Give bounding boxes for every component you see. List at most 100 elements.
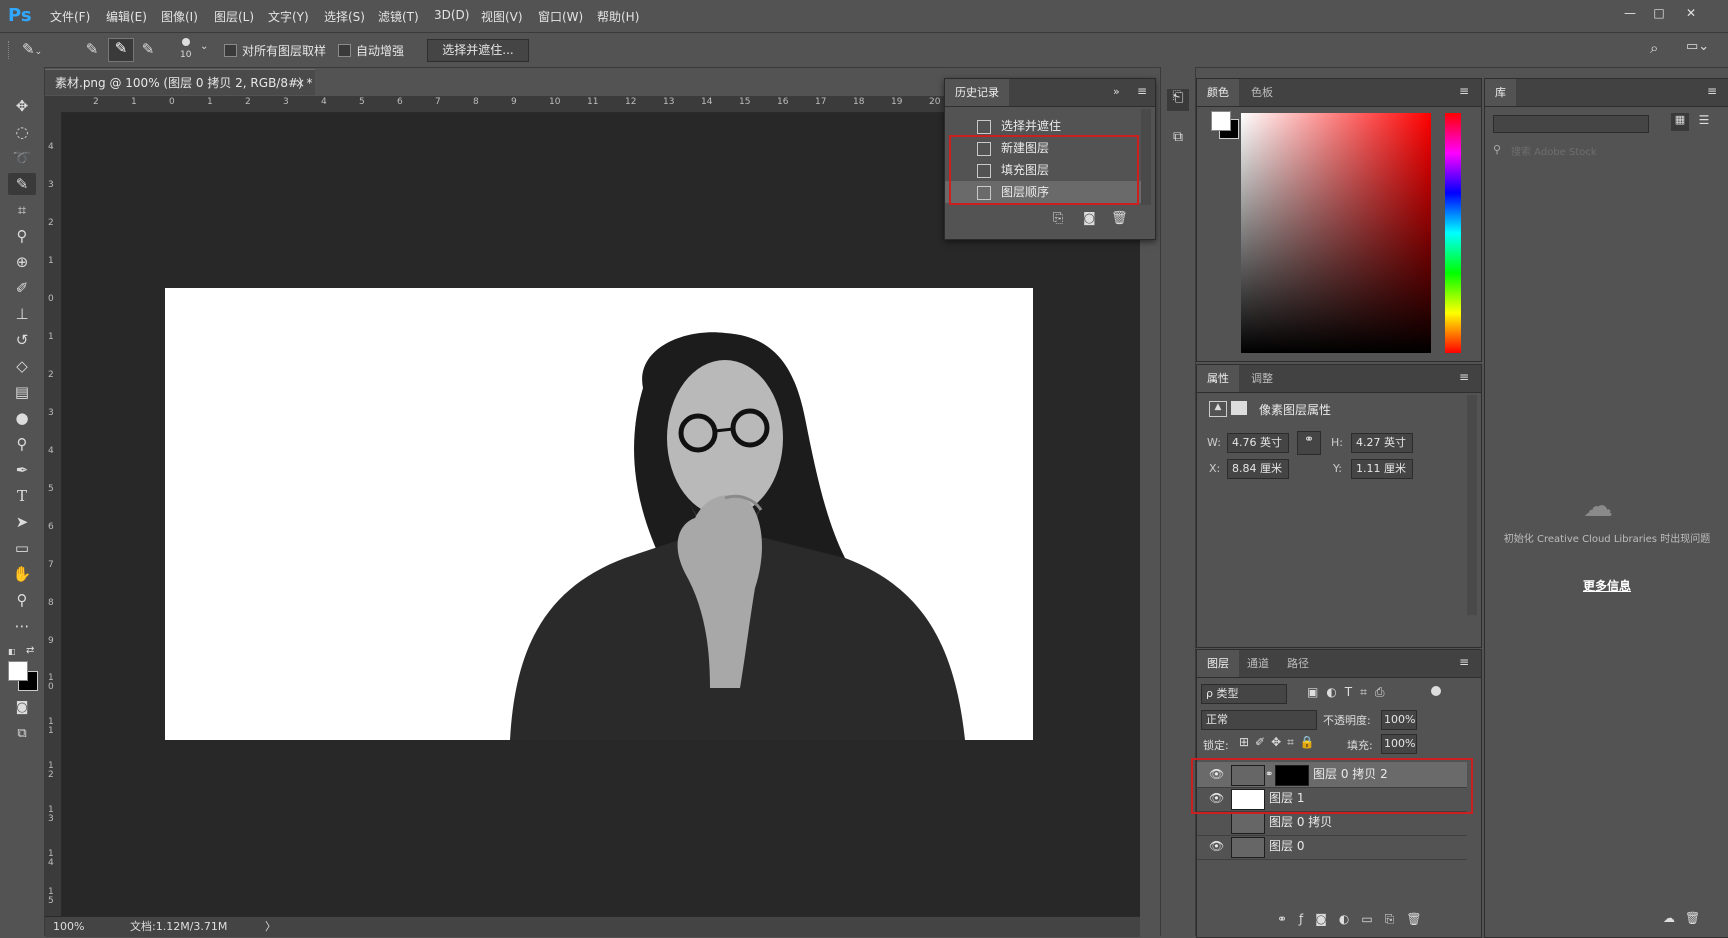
tab-swatches[interactable]: 色板 bbox=[1241, 79, 1283, 106]
blur-tool-icon[interactable]: ● bbox=[8, 407, 36, 429]
document-canvas[interactable] bbox=[165, 288, 1033, 740]
marquee-tool-icon[interactable]: ◌ bbox=[8, 121, 36, 143]
gradient-tool-icon[interactable]: ▤ bbox=[8, 381, 36, 403]
library-dropdown[interactable] bbox=[1493, 115, 1649, 133]
workspace-switcher-icon[interactable]: ▭⌄ bbox=[1686, 39, 1718, 59]
zoom-tool-icon[interactable]: ⚲ bbox=[8, 589, 36, 611]
link-icon[interactable]: ⚭ bbox=[1297, 431, 1321, 455]
auto-enhance-checkbox[interactable] bbox=[338, 44, 351, 57]
history-scrollbar[interactable] bbox=[1141, 109, 1151, 205]
layer-filter-dropdown[interactable]: ρ 类型 bbox=[1201, 684, 1287, 704]
height-field[interactable]: 4.27 英寸 bbox=[1351, 433, 1413, 453]
subtract-selection-brush-icon[interactable]: ✎ bbox=[136, 40, 160, 60]
type-tool-icon[interactable]: T bbox=[8, 485, 36, 507]
x-field[interactable]: 8.84 厘米 bbox=[1227, 459, 1289, 479]
tab-properties[interactable]: 属性 bbox=[1197, 365, 1239, 392]
tab-adjustments[interactable]: 调整 bbox=[1241, 365, 1283, 392]
pen-tool-icon[interactable]: ✒ bbox=[8, 459, 36, 481]
history-brush-tool-icon[interactable]: ↺ bbox=[8, 329, 36, 351]
close-window-button[interactable]: ✕ bbox=[1678, 3, 1704, 23]
hand-tool-icon[interactable]: ✋ bbox=[8, 563, 36, 585]
document-tab[interactable]: 素材.png @ 100% (图层 0 拷贝 2, RGB/8#) * × bbox=[45, 69, 315, 95]
hue-slider[interactable] bbox=[1445, 113, 1461, 353]
color-picker-field[interactable] bbox=[1241, 113, 1431, 353]
menu-3d[interactable]: 3D(D) bbox=[434, 8, 469, 22]
panel-menu-icon[interactable]: ≡ bbox=[1459, 655, 1469, 669]
layer-filter-icons[interactable]: ▣◐T⌗⎙ bbox=[1307, 685, 1393, 700]
status-menu-arrow[interactable]: 〉 bbox=[265, 917, 276, 937]
search-icon[interactable]: ⌕ bbox=[1650, 39, 1670, 59]
layer-row[interactable]: 👁 图层 0 bbox=[1197, 834, 1467, 860]
visibility-eye-icon[interactable]: 👁 bbox=[1209, 834, 1224, 859]
shape-tool-icon[interactable]: ▭ bbox=[8, 537, 36, 559]
y-field[interactable]: 1.11 厘米 bbox=[1351, 459, 1413, 479]
brush-size-value[interactable]: 10 bbox=[180, 50, 191, 60]
panel-menu-icon[interactable]: ≡ bbox=[1459, 84, 1469, 98]
layer-actions-icons[interactable]: ⚭ƒ◙◐▭⎘🗑 bbox=[1277, 912, 1434, 927]
filter-toggle-icon[interactable] bbox=[1431, 686, 1441, 696]
stock-search-placeholder[interactable]: 搜索 Adobe Stock bbox=[1511, 143, 1597, 158]
minimize-button[interactable]: — bbox=[1617, 3, 1643, 23]
more-tools-icon[interactable]: ⋯ bbox=[8, 615, 36, 637]
more-info-link[interactable]: 更多信息 bbox=[1545, 577, 1669, 594]
brush-size-dropdown-icon[interactable]: ⌄ bbox=[200, 41, 208, 52]
menu-view[interactable]: 视图(V) bbox=[481, 8, 523, 25]
menu-layer[interactable]: 图层(L) bbox=[214, 8, 254, 25]
width-field[interactable]: 4.76 英寸 bbox=[1227, 433, 1289, 453]
history-panel-icon[interactable]: ⎗ bbox=[1167, 89, 1189, 111]
menu-image[interactable]: 图像(I) bbox=[161, 8, 198, 25]
list-view-icon[interactable]: ☰ bbox=[1695, 113, 1713, 131]
eraser-tool-icon[interactable]: ◇ bbox=[8, 355, 36, 377]
move-tool-icon[interactable]: ✥ bbox=[8, 95, 36, 117]
properties-scrollbar[interactable] bbox=[1467, 395, 1477, 615]
default-colors-icon[interactable]: ◧ bbox=[8, 647, 16, 656]
menu-select[interactable]: 选择(S) bbox=[324, 8, 365, 25]
crop-tool-icon[interactable]: ⌗ bbox=[8, 199, 36, 221]
menu-window[interactable]: 窗口(W) bbox=[538, 8, 583, 25]
menu-type[interactable]: 文字(Y) bbox=[268, 8, 309, 25]
panel-menu-icon[interactable]: ≡ bbox=[1707, 84, 1717, 98]
brush-tip-icon[interactable] bbox=[182, 38, 190, 46]
fill-field[interactable]: 100% bbox=[1381, 734, 1417, 754]
lasso-tool-icon[interactable]: ➰ bbox=[8, 147, 36, 169]
panel-menu-icon[interactable]: ≡ bbox=[1137, 84, 1147, 98]
path-selection-tool-icon[interactable]: ➤ bbox=[8, 511, 36, 533]
brush-tool-icon[interactable]: ✐ bbox=[8, 277, 36, 299]
camera-icon[interactable]: ◙ bbox=[1083, 211, 1096, 226]
tab-layers[interactable]: 图层 bbox=[1197, 650, 1239, 677]
foreground-color-chip[interactable] bbox=[1211, 111, 1231, 131]
restore-button[interactable]: □ bbox=[1646, 3, 1672, 23]
tab-paths[interactable]: 路径 bbox=[1277, 650, 1319, 677]
new-selection-brush-icon[interactable]: ✎ bbox=[80, 40, 104, 60]
document-tab-close-icon[interactable]: × bbox=[295, 70, 305, 96]
collapse-panel-icon[interactable]: » bbox=[1113, 85, 1120, 98]
menu-edit[interactable]: 编辑(E) bbox=[106, 8, 147, 25]
sample-all-layers-checkbox[interactable] bbox=[224, 44, 237, 57]
clone-stamp-tool-icon[interactable]: ⊥ bbox=[8, 303, 36, 325]
tab-channels[interactable]: 通道 bbox=[1237, 650, 1279, 677]
healing-brush-tool-icon[interactable]: ⊕ bbox=[8, 251, 36, 273]
menu-file[interactable]: 文件(F) bbox=[50, 8, 90, 25]
history-item[interactable]: 选择并遮住 bbox=[945, 115, 1141, 137]
mask-icon[interactable] bbox=[1231, 401, 1247, 415]
swap-colors-icon[interactable]: ⇄ bbox=[26, 645, 34, 656]
opacity-field[interactable]: 100% bbox=[1381, 710, 1417, 730]
foreground-color-swatch[interactable] bbox=[8, 661, 28, 681]
menu-filter[interactable]: 滤镜(T) bbox=[378, 8, 419, 25]
tab-color[interactable]: 颜色 bbox=[1197, 79, 1239, 106]
dodge-tool-icon[interactable]: ⚲ bbox=[8, 433, 36, 455]
quick-select-preset-icon[interactable]: ✎⌄ bbox=[22, 40, 58, 60]
quick-selection-tool-icon[interactable]: ✎ bbox=[8, 173, 36, 195]
tab-libraries[interactable]: 库 bbox=[1485, 79, 1516, 106]
select-and-mask-button[interactable]: 选择并遮住... bbox=[427, 39, 529, 62]
zoom-level[interactable]: 100% bbox=[53, 917, 84, 937]
add-selection-brush-icon[interactable]: ✎ bbox=[108, 38, 134, 62]
blend-mode-dropdown[interactable]: 正常 bbox=[1201, 710, 1317, 730]
lock-options-icons[interactable]: ⊞✐✥⌗🔒 bbox=[1239, 735, 1321, 750]
tab-history[interactable]: 历史记录 bbox=[945, 79, 1009, 106]
screen-mode-icon[interactable]: ⧉ bbox=[8, 723, 36, 745]
new-document-from-state-icon[interactable]: ⎘ bbox=[1053, 211, 1063, 226]
grid-view-icon[interactable]: ▦ bbox=[1671, 113, 1689, 131]
properties-panel-icon[interactable]: ⧉ bbox=[1167, 129, 1189, 151]
panel-menu-icon[interactable]: ≡ bbox=[1459, 370, 1469, 384]
